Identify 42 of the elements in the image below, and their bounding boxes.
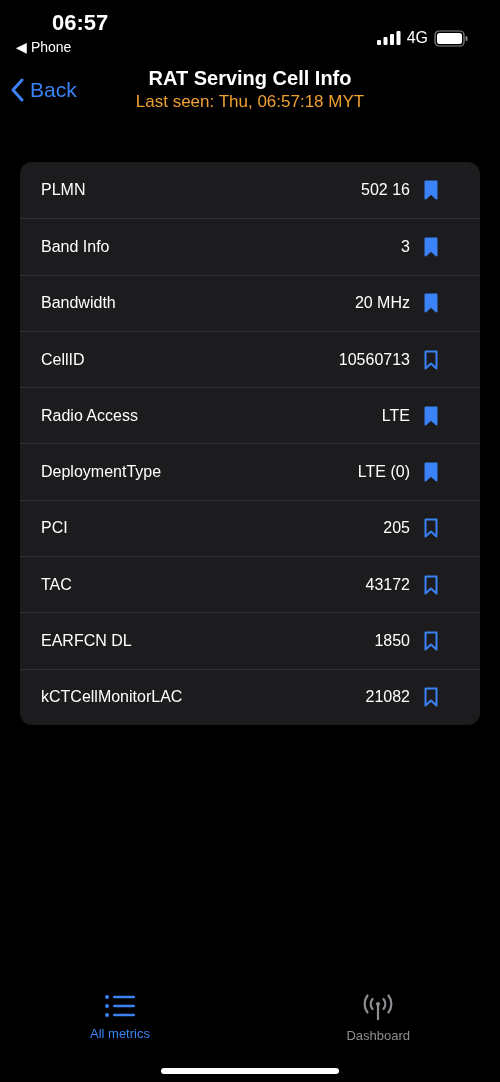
bookmark-icon[interactable] bbox=[424, 349, 438, 370]
back-button[interactable]: Back bbox=[10, 74, 77, 106]
metric-label: PCI bbox=[41, 518, 69, 539]
last-seen-text: Last seen: Thu, 06:57:18 MYT bbox=[135, 91, 365, 113]
metric-value: 3 bbox=[401, 236, 410, 257]
bookmark-icon[interactable] bbox=[424, 236, 438, 257]
metric-label: Radio Access bbox=[41, 405, 139, 426]
metric-value: 502 16 bbox=[361, 180, 410, 201]
tab-bar-item[interactable]: Dashboard bbox=[346, 980, 410, 1050]
bookmark-icon[interactable] bbox=[424, 293, 438, 314]
metric-value: 10560713 bbox=[338, 349, 410, 370]
back-to-app-link[interactable]: ◀ Phone bbox=[16, 38, 72, 56]
metric-value: 43172 bbox=[365, 574, 410, 595]
metric-value: 205 bbox=[383, 518, 410, 539]
metric-label: CellID bbox=[41, 349, 86, 370]
metric-value: LTE (0) bbox=[357, 462, 410, 483]
bookmark-icon[interactable] bbox=[424, 405, 438, 426]
list-icon bbox=[103, 994, 136, 1018]
metric-label: kCTCellMonitorLAC bbox=[41, 687, 184, 708]
bookmark-icon[interactable] bbox=[424, 518, 438, 539]
tab-bar-item[interactable]: All metrics bbox=[90, 980, 150, 1050]
bookmark-icon[interactable] bbox=[424, 462, 438, 483]
metric-value: 1850 bbox=[374, 631, 410, 651]
signal-icon bbox=[376, 31, 401, 45]
bookmark-icon[interactable] bbox=[424, 574, 438, 595]
metric-value: LTE bbox=[381, 405, 410, 426]
screen-title: RAT Serving Cell Info bbox=[148, 66, 352, 91]
metric-value: 21082 bbox=[365, 687, 410, 708]
metric-label: DeploymentType bbox=[41, 462, 163, 483]
bookmark-icon[interactable] bbox=[424, 631, 438, 651]
metric-label: Bandwidth bbox=[41, 293, 117, 314]
metric-label: TAC bbox=[41, 574, 73, 595]
metric-label: Band Info bbox=[41, 236, 111, 257]
metric-label: PLMN bbox=[41, 180, 87, 201]
status-time: 06:57 bbox=[52, 10, 109, 36]
metric-value: 20 MHz bbox=[354, 293, 410, 314]
battery-icon bbox=[434, 29, 468, 47]
bookmark-icon[interactable] bbox=[424, 687, 438, 708]
network-type: 4G bbox=[406, 28, 428, 48]
chevron-left-icon bbox=[10, 77, 24, 102]
metric-label: EARFCN DL bbox=[41, 631, 133, 651]
bookmark-icon[interactable] bbox=[424, 180, 438, 201]
